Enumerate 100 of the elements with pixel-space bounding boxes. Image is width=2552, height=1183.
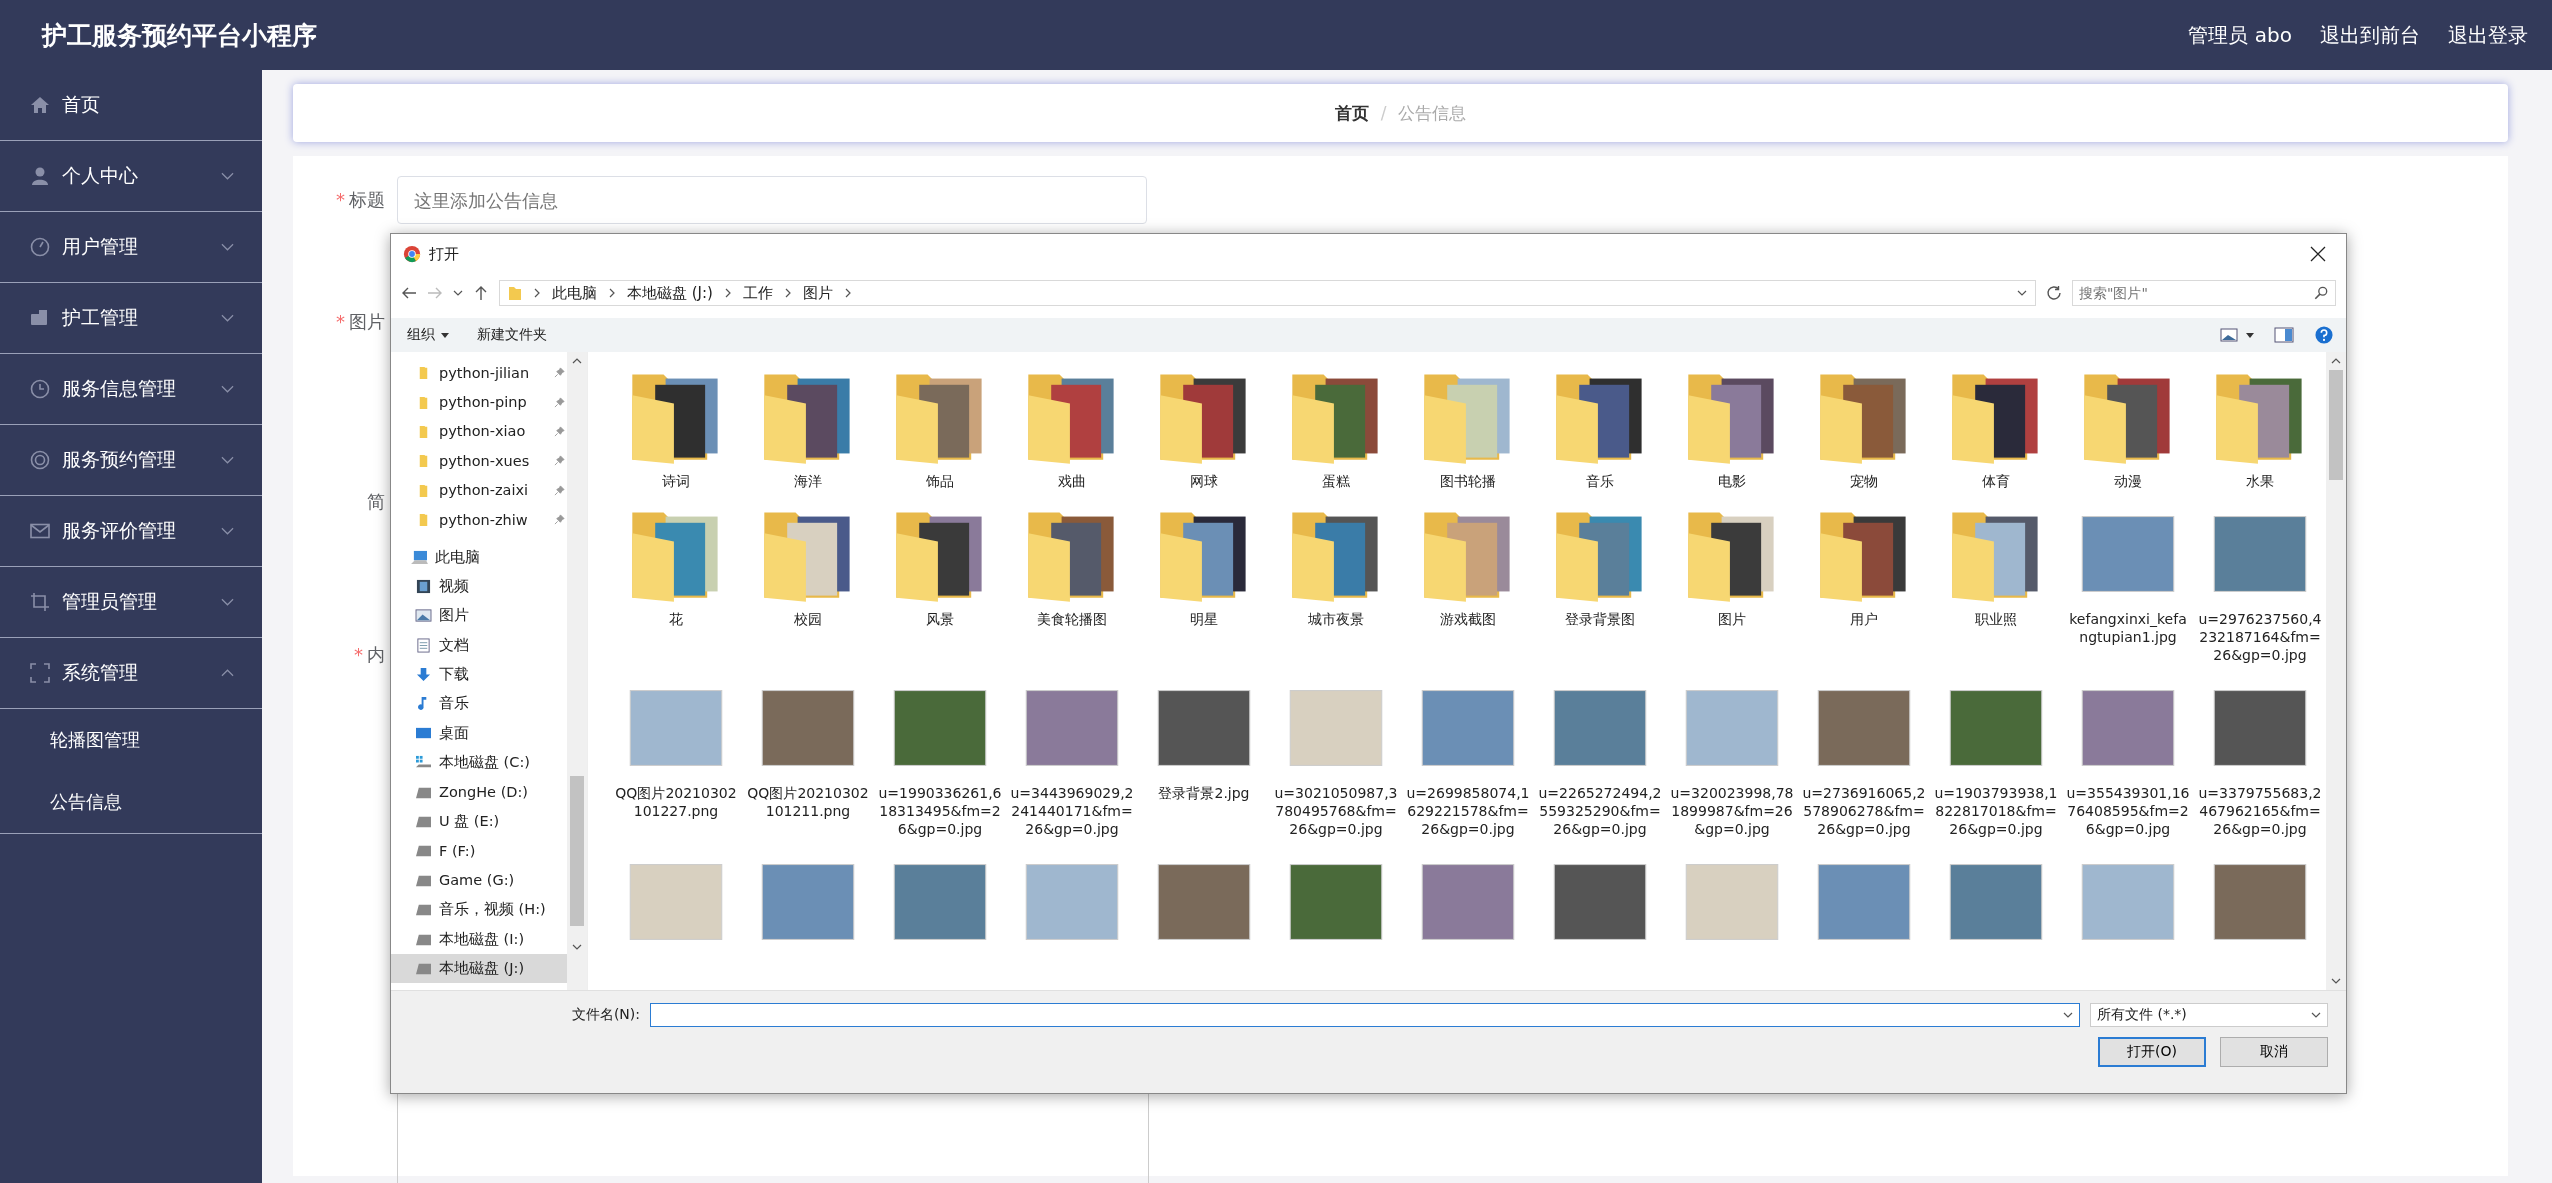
- file-item[interactable]: QQ图片20210302101227.png: [610, 676, 742, 838]
- file-item[interactable]: 花: [610, 502, 742, 664]
- sidebar-item[interactable]: 服务信息管理: [0, 354, 262, 425]
- file-item[interactable]: u=2736916065,2578906278&fm=26&gp=0.jpg: [1798, 676, 1930, 838]
- chevron-icon[interactable]: [2017, 290, 2027, 296]
- navigation-item[interactable]: 本地磁盘 (J:): [391, 953, 567, 984]
- chevron-icon[interactable]: [453, 290, 463, 296]
- navigation-item[interactable]: python-zhiw: [391, 504, 567, 535]
- file-item[interactable]: 游戏截图: [1402, 502, 1534, 664]
- file-item[interactable]: 图片: [1666, 502, 1798, 664]
- file-item[interactable]: u=2265272494,2559325290&fm=26&gp=0.jpg: [1534, 676, 1666, 838]
- file-item[interactable]: 蛋糕: [1270, 364, 1402, 490]
- file-item[interactable]: 戏曲: [1006, 364, 1138, 490]
- back-arrow-icon[interactable]: [401, 285, 417, 301]
- navigation-item[interactable]: U 盘 (E:): [391, 806, 567, 837]
- sidebar-item[interactable]: 服务预约管理: [0, 425, 262, 496]
- file-item[interactable]: kefangxinxi_kefangtupian1.jpg: [2062, 502, 2194, 664]
- refresh-icon[interactable]: [2046, 285, 2062, 301]
- file-item[interactable]: u=1990336261,618313495&fm=26&gp=0.jpg: [874, 676, 1006, 838]
- file-item[interactable]: u=320023998,781899987&fm=26&gp=0.jpg: [1666, 676, 1798, 838]
- search-field[interactable]: 搜索"图片": [2072, 280, 2336, 306]
- file-item[interactable]: 水果: [2194, 364, 2326, 490]
- scrollbar[interactable]: [2326, 352, 2346, 990]
- header-link[interactable]: 退出登录: [2448, 21, 2528, 49]
- title-input[interactable]: 这里添加公告信息: [397, 176, 1147, 224]
- file-item[interactable]: 用户: [1798, 502, 1930, 664]
- breadcrumb-link[interactable]: 首页: [1334, 101, 1369, 125]
- preview-pane-icon[interactable]: [2274, 326, 2294, 344]
- file-item[interactable]: u=355439301,1676408595&fm=26&gp=0.jpg: [2062, 676, 2194, 838]
- sidebar-item[interactable]: 个人中心: [0, 141, 262, 212]
- file-item[interactable]: u=1903793938,1822817018&fm=26&gp=0.jpg: [1930, 676, 2062, 838]
- sidebar-subitem[interactable]: 公告信息: [0, 771, 262, 833]
- sidebar-item[interactable]: 系统管理: [0, 638, 262, 709]
- navigation-item[interactable]: 视频: [391, 571, 567, 602]
- sidebar-item[interactable]: 管理员管理: [0, 567, 262, 638]
- scroll-thumb[interactable]: [2329, 370, 2343, 480]
- navigation-item[interactable]: python-jilian: [391, 358, 567, 388]
- file-item[interactable]: 登录背景图: [1534, 502, 1666, 664]
- scroll-down-icon[interactable]: [2331, 978, 2341, 984]
- view-icon[interactable]: [2220, 326, 2240, 344]
- dialog-button[interactable]: 取消: [2220, 1037, 2328, 1067]
- scroll-up-icon[interactable]: [572, 358, 582, 364]
- chevron-icon[interactable]: [2063, 1012, 2073, 1018]
- toolbar-button[interactable]: 组织: [403, 324, 453, 346]
- sidebar-subitem[interactable]: 轮播图管理: [0, 709, 262, 771]
- navigation-item[interactable]: python-xiao: [391, 416, 567, 447]
- file-item[interactable]: 动漫: [2062, 364, 2194, 490]
- navigation-item[interactable]: python-zaixi: [391, 475, 567, 505]
- help-icon[interactable]: [2314, 326, 2334, 344]
- file-item[interactable]: 明星: [1138, 502, 1270, 664]
- address-bar[interactable]: 此电脑 本地磁盘 (J:) 工作 图片: [499, 280, 2036, 306]
- navigation-item[interactable]: 文档: [391, 630, 567, 660]
- file-item[interactable]: 饰品: [874, 364, 1006, 490]
- dialog-button[interactable]: 打开(O): [2098, 1037, 2206, 1067]
- scrollbar[interactable]: [567, 352, 587, 990]
- up-arrow-icon[interactable]: [473, 285, 489, 301]
- file-item[interactable]: 电影: [1666, 364, 1798, 490]
- sidebar-item[interactable]: 护工管理: [0, 283, 262, 354]
- path-segment[interactable]: 本地磁盘 (J:): [627, 283, 713, 303]
- file-item[interactable]: 登录背景2.jpg: [1138, 676, 1270, 838]
- navigation-item[interactable]: 音乐，视频 (H:): [391, 895, 567, 925]
- navigation-item[interactable]: 桌面: [391, 718, 567, 749]
- file-item[interactable]: 校园: [742, 502, 874, 664]
- file-item[interactable]: 网球: [1138, 364, 1270, 490]
- file-item[interactable]: u=2976237560,4232187164&fm=26&gp=0.jpg: [2194, 502, 2326, 664]
- navigation-item[interactable]: ZongHe (D:): [391, 777, 567, 807]
- sidebar-item[interactable]: 用户管理: [0, 212, 262, 283]
- toolbar-button[interactable]: 新建文件夹: [473, 324, 551, 346]
- sidebar-item[interactable]: 首页: [0, 70, 262, 141]
- file-item[interactable]: 城市夜景: [1270, 502, 1402, 664]
- file-item[interactable]: 海洋: [742, 364, 874, 490]
- navigation-item[interactable]: 本地磁盘 (I:): [391, 924, 567, 954]
- scroll-up-icon[interactable]: [2331, 358, 2341, 364]
- file-item[interactable]: u=3021050987,3780495768&fm=26&gp=0.jpg: [1270, 676, 1402, 838]
- header-link[interactable]: 管理员 abo: [2188, 21, 2292, 49]
- path-segment[interactable]: 图片: [802, 283, 833, 303]
- path-segment[interactable]: 工作: [742, 283, 773, 303]
- file-item[interactable]: 宠物: [1798, 364, 1930, 490]
- navigation-item[interactable]: python-xues: [391, 446, 567, 476]
- file-item[interactable]: 图书轮播: [1402, 364, 1534, 490]
- navigation-item[interactable]: python-pinp: [391, 387, 567, 417]
- filename-field[interactable]: [650, 1003, 2080, 1027]
- header-link[interactable]: 退出到前台: [2320, 21, 2420, 49]
- navigation-item[interactable]: Game (G:): [391, 865, 567, 896]
- scroll-down-icon[interactable]: [572, 944, 582, 950]
- sidebar-item[interactable]: 服务评价管理: [0, 496, 262, 567]
- navigation-item[interactable]: 音乐: [391, 689, 567, 719]
- file-item[interactable]: QQ图片20210302101211.png: [742, 676, 874, 838]
- scroll-thumb[interactable]: [570, 776, 584, 926]
- file-item[interactable]: u=3379755683,2467962165&fm=26&gp=0.jpg: [2194, 676, 2326, 838]
- navigation-item[interactable]: 下载: [391, 659, 567, 690]
- file-item[interactable]: 体育: [1930, 364, 2062, 490]
- file-item[interactable]: 音乐: [1534, 364, 1666, 490]
- navigation-item[interactable]: 图片: [391, 601, 567, 631]
- file-item[interactable]: u=3443969029,2241440171&fm=26&gp=0.jpg: [1006, 676, 1138, 838]
- file-item[interactable]: 美食轮播图: [1006, 502, 1138, 664]
- caret-icon[interactable]: [2246, 332, 2254, 338]
- file-type-dropdown[interactable]: 所有文件 (*.*): [2090, 1003, 2328, 1027]
- navigation-item[interactable]: F (F:): [391, 836, 567, 866]
- file-item[interactable]: 诗词: [610, 364, 742, 490]
